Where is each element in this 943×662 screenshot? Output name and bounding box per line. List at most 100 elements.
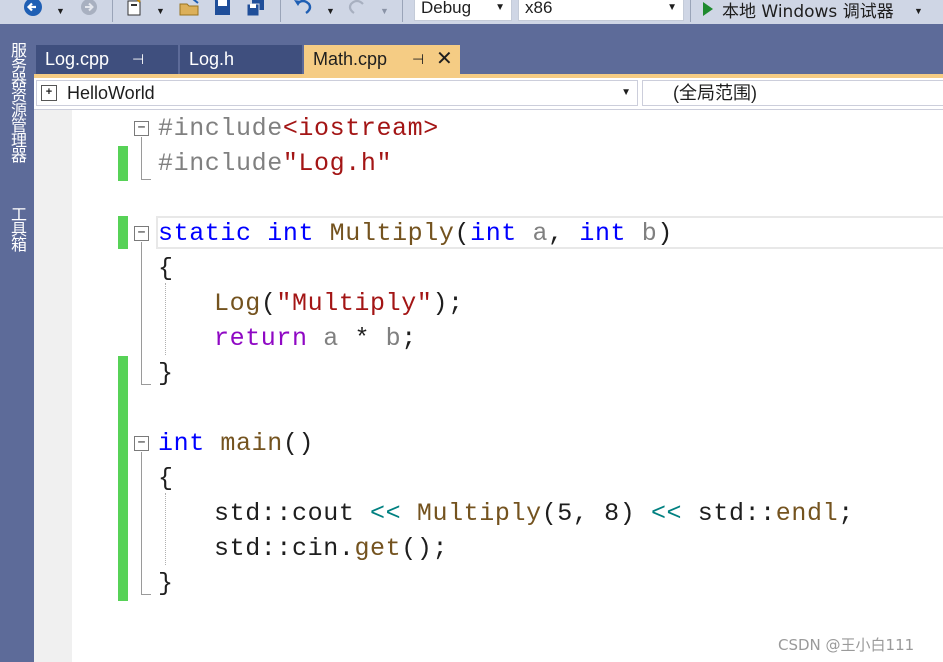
pin-icon[interactable]: ⊣ (412, 45, 424, 74)
namespace: std:: (697, 499, 776, 528)
change-marker (118, 356, 128, 601)
preprocessor-directive: #include (158, 149, 283, 178)
configuration-select[interactable]: Debug ▼ (414, 0, 512, 21)
save-all-button[interactable] (244, 0, 268, 22)
parameter: a (323, 324, 339, 353)
function-name: Multiply (416, 499, 542, 528)
close-icon[interactable]: ✕ (436, 45, 453, 74)
save-button[interactable] (212, 0, 234, 22)
identifier: endl (775, 499, 839, 528)
indent-guide (165, 283, 166, 355)
fold-line-end (141, 594, 151, 595)
chevron-down-icon: ▼ (326, 6, 335, 16)
tab-label: Math.cpp (313, 49, 388, 69)
chevron-down-icon: ▼ (621, 87, 631, 98)
number-literal: 8 (604, 499, 620, 528)
platform-select[interactable]: x86 ▼ (518, 0, 684, 21)
tab-log-h[interactable]: Log.h (180, 45, 302, 74)
navigate-back-icon (24, 0, 42, 16)
toolbox-tab[interactable]: 工具箱 (0, 206, 34, 251)
code-line-6: Log("Multiply"); (214, 286, 464, 321)
project-name: HelloWorld (67, 83, 155, 103)
code-line-13: std::cin.get(); (214, 531, 448, 566)
keyword: return (214, 324, 308, 353)
navigation-bar: + HelloWorld ▼ (全局范围) (34, 78, 943, 110)
toolbar-separator (402, 0, 403, 22)
change-marker (118, 216, 128, 249)
punctuation: , (548, 219, 580, 248)
start-debugging-button[interactable]: 本地 Windows 调试器 (700, 0, 894, 22)
punctuation: ) (657, 219, 673, 248)
navigate-forward-icon (81, 0, 97, 15)
collapse-icon[interactable]: − (134, 436, 149, 451)
tab-math-cpp[interactable]: Math.cpp ⊣ ✕ (304, 45, 460, 74)
fold-line (141, 242, 142, 384)
main-toolbar: ▼ ▼ ▼ ▼ Debug ▼ x86 ▼ 本地 Windows 调试器 ▼ (0, 0, 943, 24)
code-line-5: { (158, 254, 174, 283)
operator: * (338, 324, 386, 353)
new-project-icon (127, 0, 141, 16)
server-explorer-tab[interactable]: 服务器资源管理器 (0, 42, 34, 162)
parameter: b (641, 219, 658, 248)
redo-button[interactable] (346, 0, 368, 22)
document-tab-strip: Log.cpp ⊣ Log.h Math.cpp ⊣ ✕ (34, 24, 943, 74)
tab-log-cpp[interactable]: Log.cpp ⊣ (36, 45, 178, 74)
configuration-value: Debug (421, 0, 472, 17)
play-icon (703, 2, 713, 16)
save-icon (215, 0, 230, 15)
watermark: CSDN @王小白111 (778, 636, 915, 654)
chevron-down-icon: ▼ (914, 6, 923, 16)
keyword: static (158, 219, 252, 248)
new-project-dropdown[interactable]: ▼ (156, 0, 165, 22)
fold-line (141, 452, 142, 594)
punctuation: () (282, 429, 315, 458)
keyword: int (579, 219, 627, 248)
tab-label: Log.h (189, 49, 235, 69)
keyword: int (267, 219, 315, 248)
undo-button[interactable] (292, 0, 314, 22)
undo-icon (294, 0, 312, 14)
code-line-12: std::cout << Multiply(5, 8) << std::endl… (214, 496, 854, 531)
collapse-icon[interactable]: − (134, 226, 149, 241)
fold-line-end (141, 179, 151, 180)
collapse-icon[interactable]: − (134, 121, 149, 136)
side-tool-strip: 服务器资源管理器 工具箱 (0, 24, 34, 662)
identifier: cout (292, 499, 355, 528)
undo-dropdown[interactable]: ▼ (326, 0, 335, 22)
namespace: std:: (214, 534, 293, 563)
toolbar-separator (112, 0, 113, 22)
indent-guide (165, 493, 166, 565)
project-dropdown[interactable]: + HelloWorld ▼ (36, 80, 638, 106)
include-path: "Log.h" (282, 149, 393, 178)
punctuation: ; (838, 499, 854, 528)
back-dropdown[interactable]: ▼ (56, 0, 65, 22)
navigate-back-button[interactable] (22, 0, 44, 22)
chevron-down-icon: ▼ (495, 2, 505, 13)
new-project-button[interactable] (124, 0, 146, 22)
open-button[interactable] (178, 0, 202, 22)
code-line-4: static int Multiply(int a, int b) (158, 216, 673, 251)
punctuation: (); (401, 534, 449, 563)
scope-dropdown[interactable]: (全局范围) (642, 80, 943, 106)
code-line-7: return a * b; (214, 321, 417, 356)
punctuation: ( (454, 219, 471, 248)
chevron-down-icon: ▼ (667, 2, 677, 13)
redo-dropdown[interactable]: ▼ (380, 0, 389, 22)
navigate-forward-button[interactable] (78, 0, 100, 22)
string-literal: "Multiply" (276, 289, 433, 318)
redo-icon (348, 0, 364, 14)
number-literal: 5 (557, 499, 573, 528)
punctuation: . (338, 534, 355, 563)
parameter: b (385, 324, 402, 353)
code-line-8: } (158, 359, 174, 388)
operator: << (635, 499, 698, 528)
platform-value: x86 (525, 0, 553, 17)
run-dropdown[interactable]: ▼ (914, 0, 923, 22)
include-path: <iostream> (282, 114, 439, 143)
punctuation: ( (541, 499, 558, 528)
scope-name: (全局范围) (673, 83, 757, 103)
code-line-10: int main() (158, 426, 314, 461)
chevron-down-icon: ▼ (156, 6, 165, 16)
pin-icon[interactable]: ⊣ (132, 45, 144, 74)
punctuation: ; (401, 324, 417, 353)
